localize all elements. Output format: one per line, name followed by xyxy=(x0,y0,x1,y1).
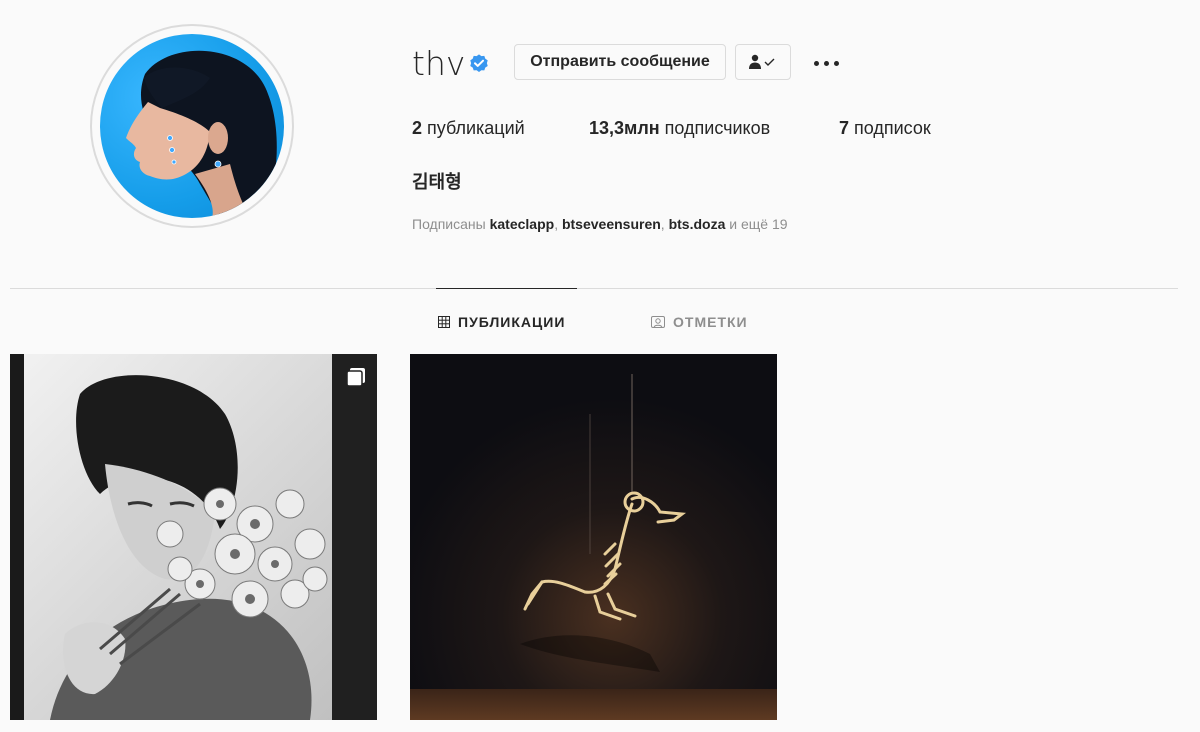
username: thv xyxy=(412,44,466,83)
posts-count-value: 2 xyxy=(412,118,423,138)
followers-count-label: подписчиков xyxy=(659,118,771,138)
followed-by-user[interactable]: kateclapp xyxy=(490,216,555,232)
post-thumbnail[interactable] xyxy=(10,354,377,720)
tab-posts-label: ПУБЛИКАЦИИ xyxy=(458,314,566,330)
followers-count-value: 13,3млн xyxy=(589,118,660,138)
full-name: 김태형 xyxy=(412,172,462,193)
post-thumbnail[interactable] xyxy=(410,354,777,720)
posts-count: 2 публикаций xyxy=(412,118,525,139)
followers-count[interactable]: 13,3млн подписчиков xyxy=(589,118,770,139)
post-image-portrait xyxy=(10,354,377,720)
followed-by-user[interactable]: btseveensuren xyxy=(562,216,661,232)
active-tab-indicator xyxy=(436,288,577,289)
post-image-skeleton xyxy=(410,354,777,720)
tab-tagged[interactable]: ОТМЕТКИ xyxy=(651,312,748,332)
profile-page: thv Отправить сообщение 2 публикаций 13,… xyxy=(0,0,1200,732)
tab-tagged-label: ОТМЕТКИ xyxy=(673,314,748,330)
grid-icon xyxy=(438,316,450,328)
send-message-button[interactable]: Отправить сообщение xyxy=(514,44,726,80)
followed-by[interactable]: Подписаны kateclapp, btseveensuren, bts.… xyxy=(412,216,788,232)
following-count[interactable]: 7 подписок xyxy=(839,118,931,139)
person-check-icon xyxy=(749,54,775,69)
profile-avatar[interactable] xyxy=(90,24,294,228)
more-horizontal-icon-dot xyxy=(813,60,819,66)
verified-badge-icon xyxy=(470,54,488,72)
followed-by-separator: , xyxy=(660,216,669,232)
following-button[interactable] xyxy=(735,44,791,80)
following-count-label: подписок xyxy=(849,118,931,138)
followed-by-more: и ещё 19 xyxy=(725,216,788,232)
more-horizontal-icon-dot xyxy=(833,60,839,66)
section-divider xyxy=(10,288,1178,289)
multiple-photos-icon xyxy=(346,368,365,387)
more-horizontal-icon-dot xyxy=(823,60,829,66)
following-count-value: 7 xyxy=(839,118,850,138)
followed-by-user[interactable]: bts.doza xyxy=(669,216,726,232)
followed-by-separator: , xyxy=(554,216,562,232)
tab-posts[interactable]: ПУБЛИКАЦИИ xyxy=(438,312,565,332)
tagged-icon xyxy=(651,316,665,328)
posts-count-label: публикаций xyxy=(422,118,525,138)
followed-by-prefix: Подписаны xyxy=(412,216,490,232)
more-options-button[interactable] xyxy=(806,50,846,76)
avatar-photo xyxy=(100,34,284,218)
